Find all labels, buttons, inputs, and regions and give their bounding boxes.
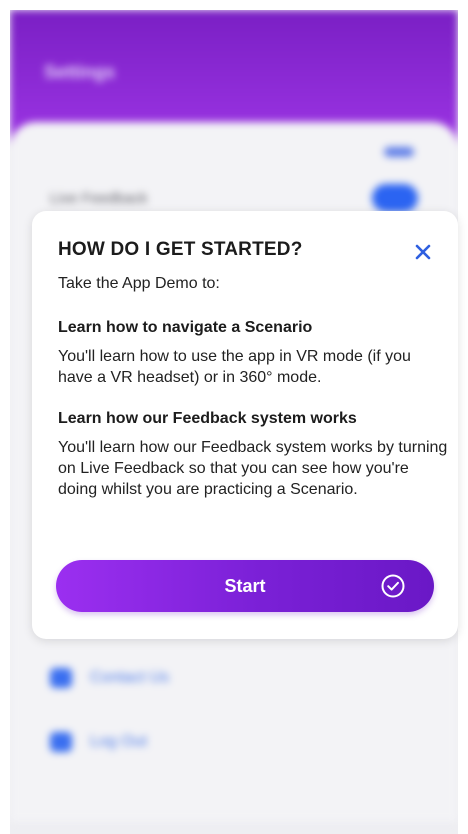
log-out-label: Log Out	[90, 733, 147, 750]
logout-icon	[50, 732, 72, 752]
get-started-modal: HOW DO I GET STARTED? Take the App Demo …	[32, 211, 458, 639]
settings-title: Settings	[44, 62, 116, 82]
contact-us-label: Contact Us	[90, 669, 170, 686]
live-feedback-toggle[interactable]	[372, 184, 418, 212]
live-feedback-label: Live Feedback	[50, 189, 148, 207]
phone-screen: Settings Live Feedback Contact Us Log Ou…	[0, 0, 468, 834]
contact-us-link[interactable]: Contact Us	[50, 662, 418, 694]
start-button[interactable]: Start	[56, 560, 434, 612]
mail-icon	[50, 668, 72, 688]
close-button[interactable]	[410, 239, 436, 265]
section-heading-feedback: Learn how our Feedback system works	[58, 410, 357, 427]
section-text-feedback: You'll learn how our Feedback system wor…	[58, 439, 448, 498]
check-circle-icon	[381, 574, 405, 598]
settings-row-live-feedback: Live Feedback	[50, 182, 418, 214]
small-toggle[interactable]	[384, 147, 414, 157]
modal-title: HOW DO I GET STARTED?	[58, 239, 303, 260]
section-text-navigate: You'll learn how to use the app in VR mo…	[58, 348, 411, 386]
log-out-link[interactable]: Log Out	[50, 726, 418, 758]
start-label: Start	[224, 575, 266, 596]
section-heading-navigate: Learn how to navigate a Scenario	[58, 319, 313, 336]
modal-intro: Take the App Demo to:	[58, 275, 220, 292]
settings-row-top	[50, 136, 418, 168]
close-icon	[415, 244, 431, 260]
